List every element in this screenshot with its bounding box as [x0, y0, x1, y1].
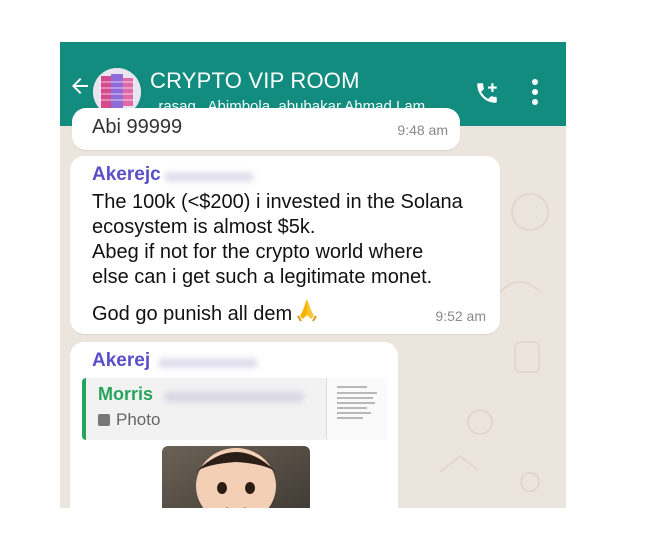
- message-last-line: God go punish all dem: [92, 303, 293, 325]
- back-arrow-icon[interactable]: [68, 74, 92, 98]
- message-text-cropped: Abi 99999: [92, 116, 183, 138]
- message-time: 9:48 am: [397, 122, 448, 138]
- message-line: Abeg if not for the crypto world where: [92, 241, 424, 263]
- message-line: The 100k (<$200) i invested in the Solan…: [92, 191, 463, 213]
- sender-name[interactable]: Akerej: [92, 350, 150, 372]
- message-line: else can i get such a legitimate monet.: [92, 266, 433, 288]
- child-photo: [162, 446, 310, 508]
- folded-hands-emoji: [297, 299, 317, 322]
- message-bubble[interactable]: Akerejc The 100k (<$200) i invested in t…: [70, 156, 500, 334]
- redaction-blur: [164, 392, 304, 402]
- group-title[interactable]: CRYPTO VIP ROOM: [150, 68, 360, 94]
- quoted-sender: Morris: [98, 384, 154, 404]
- reply-message-bubble[interactable]: Akerej Morris Photo: [70, 342, 398, 508]
- message-bubble-previous[interactable]: Abi 99999 9:48 am: [72, 108, 460, 150]
- redaction-blur: [158, 358, 258, 368]
- add-call-icon[interactable]: [474, 80, 500, 106]
- message-line: God go punish all dem: [92, 296, 492, 327]
- quoted-media-type: Photo: [98, 410, 160, 430]
- quoted-type-label: Photo: [116, 410, 161, 429]
- message-time: 9:52 am: [435, 308, 486, 324]
- chat-window: CRYPTO VIP ROOM , rasaq , Abimbola, abub…: [60, 42, 566, 508]
- quoted-message[interactable]: Morris Photo: [82, 378, 326, 440]
- document-thumbnail: [337, 386, 377, 419]
- message-text: The 100k (<$200) i invested in the Solan…: [92, 190, 492, 327]
- redaction-blur: [164, 172, 254, 182]
- message-line: ecosystem is almost $5k.: [92, 216, 316, 238]
- more-vertical-icon[interactable]: [530, 78, 540, 106]
- quoted-photo-thumbnail[interactable]: [326, 378, 387, 440]
- shared-photo[interactable]: [162, 446, 310, 508]
- photo-icon: [98, 414, 110, 426]
- sender-name[interactable]: Akerejc: [92, 164, 161, 186]
